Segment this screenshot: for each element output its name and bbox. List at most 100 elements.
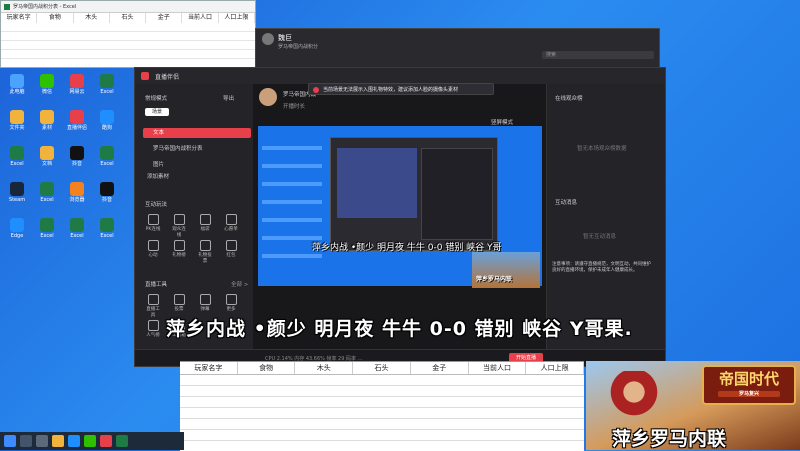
notice-banner[interactable]: 当前场景无法展示入围礼物特效，建议添加人脸的摄像头素材 xyxy=(308,83,494,95)
desktop-icon-label: 浏览器 xyxy=(69,197,85,203)
desktop-icon[interactable]: 网易云 xyxy=(64,74,90,95)
desktop-icon[interactable]: 微信 xyxy=(34,74,60,95)
desktop-icon[interactable]: Excel xyxy=(64,218,90,239)
nested-preview xyxy=(337,148,417,218)
tool-button[interactable]: 观众连线 xyxy=(171,214,187,238)
tool-button[interactable]: 礼物榜 xyxy=(171,240,187,258)
export-button[interactable]: 导出 xyxy=(223,94,234,102)
score-table[interactable]: 玩家名字 食物 木头 石头 金子 当前人口 人口上限 xyxy=(180,361,585,451)
desktop-icon[interactable]: 文档 xyxy=(34,146,60,167)
spreadsheet-titlebar[interactable]: 罗马帝国内战积分表 - Excel xyxy=(1,1,255,13)
app-title: 直播伴侣 xyxy=(155,73,180,81)
col-header[interactable]: 石头 xyxy=(353,362,411,374)
col-header[interactable]: 当前人口 xyxy=(469,362,527,374)
desktop-icon[interactable]: 文件夹 xyxy=(4,110,30,131)
desktop-icon[interactable]: 抖音 xyxy=(64,146,90,167)
tool-button[interactable]: 弹幕 xyxy=(197,294,213,312)
tool-button[interactable]: 红包 xyxy=(223,240,239,258)
preview-caption: 萍乡内战 •颜少 明月夜 牛牛 0-0 错别 峡谷 Y哥 xyxy=(312,243,502,253)
col-header[interactable]: 金子 xyxy=(146,13,183,23)
desktop-icon[interactable]: 浏览器 xyxy=(64,182,90,203)
tool-button[interactable]: 心愿单 xyxy=(223,214,239,232)
scene-tab[interactable]: 场景 xyxy=(145,108,169,116)
audience-rank-title: 在线观众榜 xyxy=(555,96,583,102)
col-header[interactable]: 金子 xyxy=(411,362,469,374)
preview-game-title: 萍乡罗马内联 xyxy=(476,276,513,283)
tool-button[interactable]: 直播工具 xyxy=(145,294,161,318)
desktop-icon[interactable]: Excel xyxy=(4,146,30,167)
score-table-grid[interactable] xyxy=(180,375,584,451)
col-header[interactable]: 人口上限 xyxy=(219,13,255,23)
desktop-icon[interactable]: Excel xyxy=(94,218,120,239)
alert-icon xyxy=(313,87,319,93)
desktop-icon-label: Excel xyxy=(70,233,84,239)
desktop-icon[interactable]: 此电脑 xyxy=(4,74,30,95)
col-header[interactable]: 食物 xyxy=(238,362,296,374)
right-panel: 在线观众榜 暂无本场观众榜数据 互动消息 暂无互动消息 xyxy=(546,84,665,350)
add-source-button[interactable]: 添加素材 xyxy=(147,172,169,180)
live-app-icon[interactable] xyxy=(100,435,112,447)
desktop-icon-label: 网易云 xyxy=(69,89,85,95)
desktop-icon-label: 文档 xyxy=(41,161,52,167)
desktop-icon-label: 此电脑 xyxy=(9,89,25,95)
edge-icon[interactable] xyxy=(68,435,80,447)
tool-icon xyxy=(147,294,159,305)
start-icon[interactable] xyxy=(4,435,16,447)
desktop-icon-label: 微信 xyxy=(41,89,52,95)
tool-button[interactable]: 福袋 xyxy=(197,214,213,232)
wechat-icon[interactable] xyxy=(84,435,96,447)
desktop-icon[interactable]: Steam xyxy=(4,182,30,203)
desktop-icon[interactable]: Excel xyxy=(94,74,120,95)
search-input[interactable]: 搜索 xyxy=(542,51,654,59)
chat-subtitle: 罗马帝国内战积分 xyxy=(278,44,319,50)
spreadsheet-grid[interactable] xyxy=(1,23,255,67)
tool-label: 心动 xyxy=(148,253,158,258)
tools-more-link[interactable]: 全部 > xyxy=(231,280,248,288)
desktop-icon[interactable]: 抖音 xyxy=(94,182,120,203)
taskview-icon[interactable] xyxy=(36,435,48,447)
avatar[interactable] xyxy=(262,33,274,45)
desktop-icon-label: 素材 xyxy=(41,125,52,131)
desktop-icon[interactable]: Excel xyxy=(94,146,120,167)
search-icon[interactable] xyxy=(20,435,32,447)
col-header[interactable]: 石头 xyxy=(110,13,147,23)
game-logo-main: 帝国时代 xyxy=(718,370,779,388)
app-titlebar[interactable]: 直播伴侣 xyxy=(135,68,665,84)
source-item-text[interactable]: 文本 xyxy=(143,128,251,138)
desktop-icon[interactable]: 酷狗 xyxy=(94,110,120,131)
desktop-icon[interactable]: Excel xyxy=(34,182,60,203)
col-header[interactable]: 人口上限 xyxy=(526,362,585,374)
col-header[interactable]: 木头 xyxy=(295,362,354,374)
col-header[interactable]: 玩家名字 xyxy=(180,362,238,374)
portrait-mode-toggle[interactable]: 竖屏模式 xyxy=(491,118,513,126)
app-icon xyxy=(70,74,84,88)
tool-button[interactable]: 礼物投票 xyxy=(197,240,213,264)
desktop-icon[interactable]: 直播伴侣 xyxy=(64,110,90,131)
tool-button[interactable]: PK连线 xyxy=(145,214,161,232)
col-header[interactable]: 当前人口 xyxy=(182,13,219,23)
tool-label: 更多 xyxy=(226,307,236,312)
folder-icon[interactable] xyxy=(52,435,64,447)
tool-button[interactable]: 心动 xyxy=(145,240,161,258)
excel-taskbar-icon[interactable] xyxy=(116,435,128,447)
source-item-image[interactable]: 图片 xyxy=(153,160,164,168)
col-header[interactable]: 木头 xyxy=(74,13,110,23)
app-icon xyxy=(70,182,84,196)
tool-icon xyxy=(225,214,237,225)
mode-selector[interactable]: 常规模式 xyxy=(145,94,167,102)
tool-button[interactable]: 更多 xyxy=(223,294,239,312)
desktop-icon[interactable]: Edge xyxy=(4,218,30,239)
tool-button[interactable]: 人气榜 xyxy=(145,320,161,338)
desktop-icon[interactable]: Excel xyxy=(34,218,60,239)
col-header[interactable]: 食物 xyxy=(37,13,74,23)
streamer-avatar[interactable] xyxy=(259,88,277,106)
desktop-icon-label: 酷狗 xyxy=(101,125,112,131)
source-item-sheet[interactable]: 罗马帝国内战积分表 xyxy=(153,144,203,152)
tool-button[interactable]: 投票 xyxy=(171,294,187,312)
spreadsheet-window[interactable]: 罗马帝国内战积分表 - Excel 玩家名字 食物 木头 石头 金子 当前人口 … xyxy=(0,0,256,68)
desktop-icon-label: Excel xyxy=(100,161,114,167)
tool-icon xyxy=(173,240,185,251)
desktop-icon[interactable]: 素材 xyxy=(34,110,60,131)
chat-window[interactable]: 魏巨 罗马帝国内战积分 搜索 xyxy=(255,28,660,72)
col-header[interactable]: 玩家名字 xyxy=(1,13,38,23)
